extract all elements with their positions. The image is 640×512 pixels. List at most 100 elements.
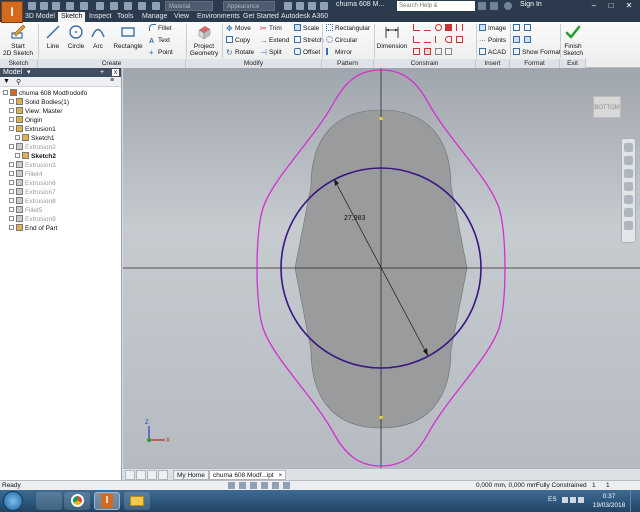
expand-toggle-icon[interactable]: [9, 99, 14, 104]
symmetric-constraint-icon[interactable]: [413, 48, 420, 55]
status-icon[interactable]: [228, 482, 235, 489]
open-file-icon[interactable]: [40, 2, 48, 10]
vertical-constraint-icon[interactable]: [434, 36, 442, 43]
fillet-button[interactable]: Fillet: [149, 24, 172, 33]
tab-3d-model[interactable]: 3D Model: [22, 12, 58, 22]
centerline-icon[interactable]: [523, 24, 531, 31]
tab-nav-icon[interactable]: [147, 470, 157, 480]
rectangle-button[interactable]: Rectangle: [110, 24, 146, 50]
minimize-button[interactable]: –: [586, 0, 602, 11]
insert-points-button[interactable]: ⋯ Points: [479, 36, 506, 45]
measure-icon[interactable]: [110, 2, 118, 10]
collinear-constraint-icon[interactable]: [423, 24, 431, 31]
tab-environments[interactable]: Environments: [194, 12, 243, 22]
navbar-menu-icon[interactable]: [624, 221, 633, 230]
tab-manage[interactable]: Manage: [139, 12, 170, 22]
folder-taskbar-icon[interactable]: [124, 492, 150, 510]
sketch-view[interactable]: 27,983 Z X: [123, 68, 640, 468]
clear-icon[interactable]: [296, 2, 304, 10]
close-browser-button[interactable]: x: [112, 69, 119, 76]
dimension-button[interactable]: Dimension: [376, 24, 408, 50]
print-icon[interactable]: [124, 2, 132, 10]
chrome-taskbar-icon[interactable]: [64, 492, 90, 510]
appearance-dropdown[interactable]: Appearance: [223, 1, 275, 11]
expand-toggle-icon[interactable]: [3, 90, 8, 95]
tray-icon[interactable]: [578, 497, 584, 503]
tab-inspect[interactable]: Inspect: [86, 12, 115, 22]
start-button[interactable]: [3, 491, 23, 511]
return-icon[interactable]: [152, 2, 160, 10]
start-2d-sketch-button[interactable]: Start 2D Sketch: [3, 24, 33, 57]
mirror-button[interactable]: Mirror: [326, 48, 352, 57]
cart-icon[interactable]: [490, 2, 498, 10]
tab-nav-icon[interactable]: [158, 470, 168, 480]
tree-item[interactable]: Extrusion3: [9, 161, 56, 170]
status-icon[interactable]: [283, 482, 290, 489]
zoom-all-icon[interactable]: [624, 208, 633, 217]
text-button[interactable]: A Text: [149, 36, 170, 45]
tree-item[interactable]: View: Master: [9, 107, 62, 116]
tab-nav-icon[interactable]: [136, 470, 146, 480]
new-file-icon[interactable]: [28, 2, 36, 10]
expand-toggle-icon[interactable]: [15, 135, 20, 140]
tree-item[interactable]: Extrusion6: [9, 179, 56, 188]
tree-item[interactable]: Sketch2: [15, 152, 56, 161]
status-icon[interactable]: [261, 482, 268, 489]
expand-toggle-icon[interactable]: [9, 180, 14, 185]
maximize-button[interactable]: □: [603, 0, 619, 11]
expand-toggle-icon[interactable]: [9, 225, 14, 230]
sketch-point-top[interactable]: [379, 117, 383, 120]
material-dropdown[interactable]: Material: [165, 1, 213, 11]
project-geometry-button[interactable]: Project Geometry: [188, 24, 220, 57]
scale-button[interactable]: Scale: [294, 24, 319, 33]
dropdown-arrow-icon[interactable]: [320, 2, 328, 10]
graphics-window[interactable]: 27,983 Z X BOTTOM: [123, 68, 640, 468]
tangent-constraint-icon[interactable]: [445, 36, 453, 43]
tree-item[interactable]: Extrusion2: [9, 143, 56, 152]
extend-button[interactable]: →Extend: [260, 36, 289, 45]
equal-constraint-icon[interactable]: [423, 48, 431, 55]
tab-sketch[interactable]: Sketch: [58, 12, 86, 22]
split-button[interactable]: ⊣ Split: [260, 48, 282, 57]
concentric-constraint-icon[interactable]: [434, 24, 442, 31]
full-navigation-wheel-icon[interactable]: [624, 143, 633, 152]
pan-icon[interactable]: [624, 156, 633, 165]
tree-item[interactable]: chuma 608 Modfrodoifo: [3, 89, 87, 98]
search-icon[interactable]: ⚲: [16, 78, 21, 86]
close-button[interactable]: ✕: [621, 0, 637, 11]
show-constraints-icon[interactable]: [434, 48, 442, 55]
expand-toggle-icon[interactable]: [15, 153, 20, 158]
dimension-value-label[interactable]: 27,983: [344, 215, 366, 222]
constraint-settings-icon[interactable]: [445, 48, 453, 55]
tree-item[interactable]: End of Part: [9, 224, 58, 233]
tree-item[interactable]: Extrusion8: [9, 197, 56, 206]
circle-button[interactable]: Circle: [65, 24, 87, 50]
tray-icon[interactable]: [570, 497, 576, 503]
center-point-icon[interactable]: [523, 36, 531, 43]
tab-tools[interactable]: Tools: [114, 12, 136, 22]
smooth-constraint-icon[interactable]: [456, 36, 464, 43]
sign-in-button[interactable]: Sign In: [520, 1, 542, 8]
status-icon[interactable]: [250, 482, 257, 489]
tab-nav-icon[interactable]: [125, 470, 135, 480]
redo-icon[interactable]: [80, 2, 88, 10]
tab-my-home[interactable]: My Home: [173, 470, 209, 480]
fix-constraint-icon[interactable]: [445, 24, 453, 31]
line-button[interactable]: Line: [42, 24, 64, 50]
tab-view[interactable]: View: [171, 12, 192, 22]
finish-sketch-button[interactable]: Finish Sketch: [562, 24, 584, 57]
tree-item[interactable]: Fillet5: [9, 206, 42, 215]
tree-item[interactable]: Extrusion9: [9, 215, 56, 224]
trim-button[interactable]: ✂ Trim: [260, 24, 282, 33]
inventor-taskbar-icon[interactable]: I: [94, 492, 120, 510]
free-orbit-icon[interactable]: [624, 182, 633, 191]
tab-autodesk-a360[interactable]: Autodesk A360: [278, 12, 331, 22]
home-icon[interactable]: [96, 2, 104, 10]
close-tab-icon[interactable]: ×: [279, 472, 283, 479]
undo-icon[interactable]: [66, 2, 74, 10]
move-button[interactable]: ✥ Move: [226, 24, 251, 33]
add-panel-icon[interactable]: +: [100, 68, 104, 77]
tab-document[interactable]: chuma 608 Modf...ipt ×: [209, 470, 287, 480]
expand-toggle-icon[interactable]: [9, 162, 14, 167]
tree-item[interactable]: Origin: [9, 116, 42, 125]
